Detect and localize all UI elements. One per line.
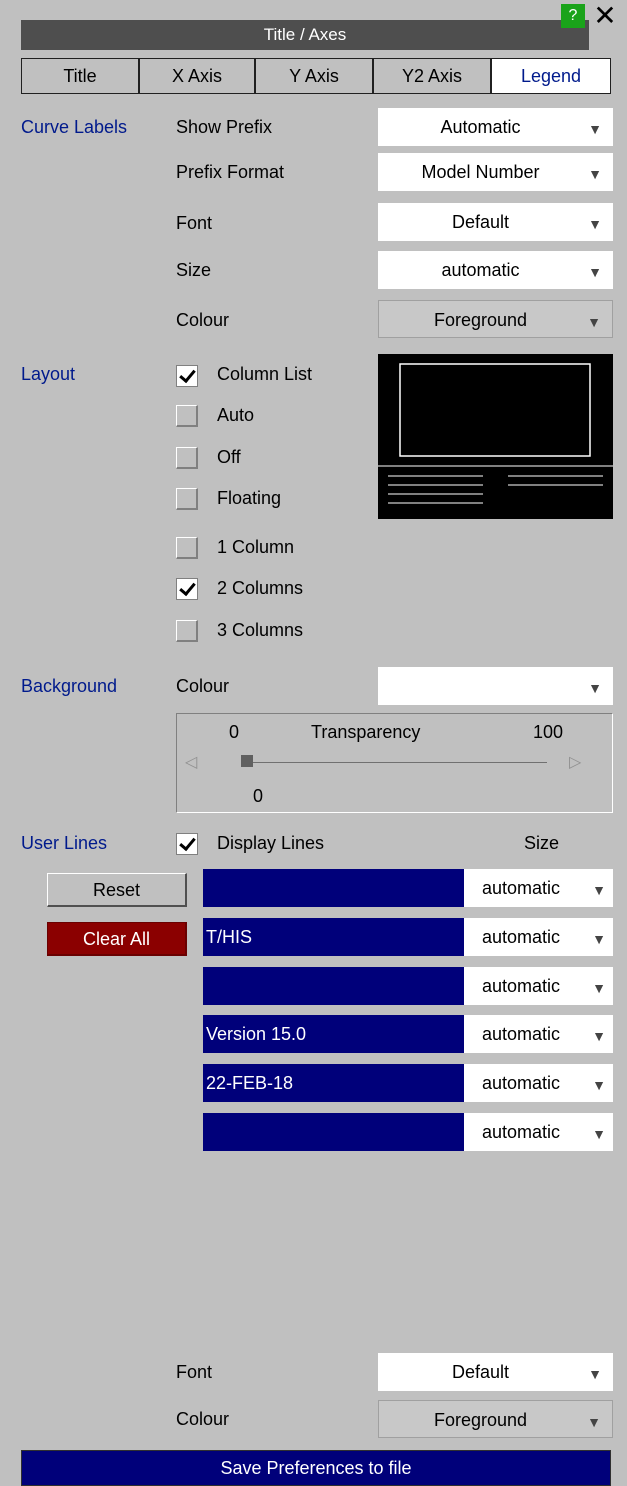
prefix-format-value: Model Number (421, 162, 540, 182)
transparency-panel: 0 Transparency 100 ◁ ▷ 0 (176, 713, 613, 813)
user-line-size-dropdown[interactable]: automatic ▼ (464, 1113, 613, 1151)
dropdown-arrow-icon: ▼ (588, 166, 602, 182)
slider-right-arrow-icon[interactable]: ▷ (569, 752, 581, 772)
dropdown-arrow-icon: ▼ (592, 980, 606, 996)
transparency-label: Transparency (311, 722, 421, 742)
user-line-size-dropdown[interactable]: automatic ▼ (464, 1015, 613, 1053)
save-preferences-button[interactable]: Save Preferences to file (21, 1450, 611, 1486)
size-value: automatic (441, 260, 520, 280)
colour-dropdown[interactable]: Foreground ▼ (378, 300, 613, 338)
clear-all-button[interactable]: Clear All (47, 922, 187, 956)
user-lines-font-dropdown[interactable]: Default ▼ (378, 1353, 613, 1391)
user-line-text-field[interactable] (203, 967, 464, 1005)
tab-y2-axis[interactable]: Y2 Axis (373, 58, 491, 94)
user-lines-colour-dropdown[interactable]: Foreground ▼ (378, 1400, 613, 1438)
background-colour-dropdown[interactable]: ▼ (378, 667, 613, 705)
layout-preview (378, 354, 613, 519)
show-prefix-value: Automatic (440, 117, 521, 137)
dropdown-arrow-icon: ▼ (592, 1126, 606, 1142)
dropdown-arrow-icon: ▼ (588, 216, 602, 232)
transparency-track (241, 762, 547, 763)
user-line-size-value: automatic (482, 878, 561, 898)
prefix-format-dropdown[interactable]: Model Number ▼ (378, 153, 613, 191)
user-line-size-dropdown[interactable]: automatic ▼ (464, 1064, 613, 1102)
transparency-value: 0 (253, 786, 264, 806)
show-prefix-dropdown[interactable]: Automatic ▼ (378, 108, 613, 146)
font-value: Default (451, 212, 510, 232)
transparency-slider-handle[interactable] (241, 755, 253, 767)
dropdown-arrow-icon: ▼ (588, 121, 602, 137)
display-lines-checkbox[interactable] (176, 833, 198, 855)
background-colour-label: Colour (176, 676, 230, 696)
font-label: Font (176, 213, 213, 233)
font-dropdown[interactable]: Default ▼ (378, 203, 613, 241)
user-line-size-value: automatic (482, 976, 561, 996)
user-lines-colour-value: Foreground (433, 1410, 528, 1430)
user-lines-font-label: Font (176, 1362, 213, 1382)
user-line-text-field[interactable] (203, 869, 464, 907)
user-lines-heading: User Lines (21, 833, 108, 853)
dropdown-arrow-icon: ▼ (592, 1077, 606, 1093)
dropdown-arrow-icon: ▼ (592, 1028, 606, 1044)
slider-left-arrow-icon[interactable]: ◁ (185, 752, 197, 772)
curve-labels-heading: Curve Labels (21, 117, 128, 137)
three-columns-label: 3 Columns (217, 620, 304, 640)
user-line-text-field[interactable]: T/HIS (203, 918, 464, 956)
dropdown-arrow-icon: ▼ (592, 882, 606, 898)
floating-label: Floating (217, 488, 282, 508)
help-button[interactable]: ? (561, 4, 585, 28)
user-line-size-value: automatic (482, 1122, 561, 1142)
reset-button[interactable]: Reset (47, 873, 187, 907)
tab-y-axis[interactable]: Y Axis (255, 58, 373, 94)
two-columns-checkbox[interactable] (176, 578, 198, 600)
size-column-header: Size (524, 833, 560, 853)
background-heading: Background (21, 676, 118, 696)
one-column-checkbox[interactable] (176, 537, 198, 559)
transparency-min: 0 (229, 722, 240, 742)
window-title: Title / Axes (21, 20, 589, 50)
auto-label: Auto (217, 405, 255, 425)
auto-checkbox[interactable] (176, 405, 198, 427)
user-lines-colour-label: Colour (176, 1409, 230, 1429)
tab-title[interactable]: Title (21, 58, 139, 94)
column-list-checkbox[interactable] (176, 365, 198, 387)
two-columns-label: 2 Columns (217, 578, 304, 598)
user-lines-font-value: Default (451, 1362, 510, 1382)
dropdown-arrow-icon: ▼ (587, 1414, 601, 1430)
show-prefix-label: Show Prefix (176, 117, 273, 137)
user-line-size-value: automatic (482, 1073, 561, 1093)
off-checkbox[interactable] (176, 447, 198, 469)
prefix-format-label: Prefix Format (176, 162, 285, 182)
user-line-text-field[interactable]: Version 15.0 (203, 1015, 464, 1053)
user-line-text-field[interactable]: 22-FEB-18 (203, 1064, 464, 1102)
colour-label: Colour (176, 310, 230, 330)
user-line-size-dropdown[interactable]: automatic ▼ (464, 967, 613, 1005)
dropdown-arrow-icon: ▼ (588, 680, 602, 696)
tab-legend[interactable]: Legend (491, 58, 611, 94)
size-label: Size (176, 260, 212, 280)
dropdown-arrow-icon: ▼ (592, 931, 606, 947)
colour-value: Foreground (433, 310, 528, 330)
one-column-label: 1 Column (217, 537, 295, 557)
off-label: Off (217, 447, 241, 467)
display-lines-label: Display Lines (217, 833, 325, 853)
floating-checkbox[interactable] (176, 488, 198, 510)
column-list-label: Column List (217, 364, 313, 384)
user-line-text-field[interactable] (203, 1113, 464, 1151)
layout-heading: Layout (21, 364, 76, 384)
user-line-size-dropdown[interactable]: automatic ▼ (464, 918, 613, 956)
size-dropdown[interactable]: automatic ▼ (378, 251, 613, 289)
dropdown-arrow-icon: ▼ (588, 1366, 602, 1382)
three-columns-checkbox[interactable] (176, 620, 198, 642)
transparency-max: 100 (533, 722, 564, 742)
dropdown-arrow-icon: ▼ (587, 314, 601, 330)
close-button[interactable]: ✕ (592, 2, 618, 30)
user-line-size-dropdown[interactable]: automatic ▼ (464, 869, 613, 907)
user-line-size-value: automatic (482, 927, 561, 947)
tab-x-axis[interactable]: X Axis (139, 58, 255, 94)
dropdown-arrow-icon: ▼ (588, 264, 602, 280)
user-line-size-value: automatic (482, 1024, 561, 1044)
